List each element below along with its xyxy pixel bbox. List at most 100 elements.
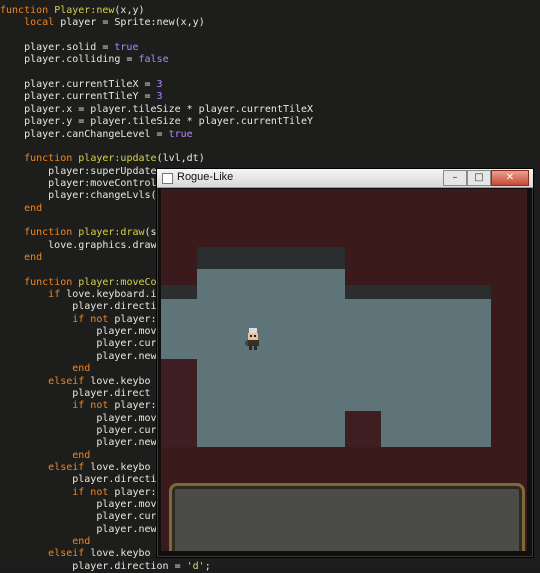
code-token: function bbox=[24, 276, 79, 288]
code-token: end bbox=[72, 449, 91, 461]
code-token: 'd' bbox=[186, 560, 205, 572]
code-token: player.cur bbox=[0, 424, 157, 436]
floor-bottom-left bbox=[197, 411, 345, 447]
code-token: player.direct bbox=[0, 387, 151, 399]
app-icon bbox=[162, 173, 173, 184]
code-line: if not player: bbox=[0, 313, 157, 326]
code-token: end bbox=[24, 202, 43, 214]
code-line: player.y = player.tileSize * player.curr… bbox=[0, 115, 313, 128]
code-token: Player:new bbox=[54, 5, 115, 16]
code-token: function bbox=[24, 153, 79, 165]
code-token: (x,y) bbox=[114, 5, 145, 16]
code-line: function Player:new(x,y) bbox=[0, 4, 145, 17]
code-token: player.new bbox=[0, 350, 157, 362]
code-token: end bbox=[24, 252, 43, 263]
code-token: player.direction = bbox=[0, 560, 187, 572]
code-line: local player = Sprite:new(x,y) bbox=[0, 16, 205, 29]
code-token: player.x = player.tileSize * player.curr… bbox=[0, 103, 314, 115]
code-token: if not bbox=[72, 486, 115, 498]
minimize-button[interactable]: – bbox=[443, 170, 467, 186]
game-window[interactable]: Rogue-Like – □ ✕ bbox=[156, 168, 534, 558]
code-token: player: bbox=[114, 313, 157, 325]
code-token: player.y = player.tileSize * player.curr… bbox=[0, 116, 314, 128]
code-token: local bbox=[24, 17, 61, 29]
code-token: end bbox=[72, 363, 91, 375]
code-token: 3 bbox=[156, 91, 163, 103]
code-token: love.keybo bbox=[90, 375, 151, 387]
code-line: love.graphics.draw bbox=[0, 239, 157, 252]
code-token: love.graphics.draw bbox=[0, 239, 157, 251]
code-line: player.cur bbox=[0, 337, 156, 350]
code-line: end bbox=[0, 449, 90, 462]
code-line: player.solid = true bbox=[0, 41, 138, 54]
code-token: player:moveCo bbox=[78, 276, 157, 288]
window-title: Rogue-Like bbox=[177, 171, 234, 183]
code-line: end bbox=[0, 362, 90, 375]
code-token: elseif bbox=[48, 461, 91, 473]
code-line: player:superUpdate bbox=[0, 165, 157, 178]
floor-bottom-right bbox=[381, 411, 491, 447]
wall-edge-left bbox=[161, 285, 197, 299]
code-token: elseif bbox=[48, 548, 91, 560]
code-line: if not player: bbox=[0, 399, 157, 412]
code-line: player.direction = 'd'; bbox=[0, 560, 211, 573]
code-token: player: bbox=[114, 400, 157, 412]
code-token: player.canChangeLevel = bbox=[0, 128, 169, 140]
code-line: end bbox=[0, 202, 42, 215]
code-line: player.mov bbox=[0, 498, 157, 511]
code-token: player:superUpdate bbox=[0, 165, 157, 177]
window-titlebar[interactable]: Rogue-Like – □ ✕ bbox=[157, 169, 533, 188]
hud-panel bbox=[169, 483, 525, 551]
code-line: player.new bbox=[0, 436, 157, 449]
code-line: function player:moveCo bbox=[0, 276, 157, 289]
code-token: if not bbox=[72, 313, 115, 325]
code-line: if love.keyboard.i bbox=[0, 288, 157, 301]
code-token: player.colliding = bbox=[0, 54, 139, 66]
code-line: player.cur bbox=[0, 510, 157, 523]
code-token: love.keyboard.i bbox=[66, 289, 157, 301]
window-controls: – □ ✕ bbox=[443, 170, 529, 186]
code-line: elseif love.keybo bbox=[0, 547, 150, 560]
code-line: player.canChangeLevel = true bbox=[0, 128, 193, 141]
wall-edge-right bbox=[345, 285, 491, 299]
code-line: player.currentTileX = 3 bbox=[0, 78, 163, 91]
code-token: player.cur bbox=[0, 511, 157, 523]
wall-edge-top bbox=[197, 247, 345, 269]
code-token: player.mov bbox=[0, 412, 157, 424]
close-button[interactable]: ✕ bbox=[491, 170, 529, 186]
code-token: player.directio bbox=[0, 301, 163, 313]
code-line: player.directi bbox=[0, 473, 156, 486]
code-token: player.new bbox=[0, 437, 157, 449]
code-token: player.currentTileY = bbox=[0, 91, 157, 103]
code-token: love.keybo bbox=[90, 461, 151, 473]
code-token: player.mov bbox=[0, 326, 157, 338]
code-line: end bbox=[0, 535, 90, 548]
code-token: player:changeLvls( bbox=[0, 190, 157, 202]
code-line: function player:update(lvl,dt) bbox=[0, 152, 205, 165]
code-line: player.new bbox=[0, 350, 157, 363]
game-canvas[interactable] bbox=[161, 189, 527, 551]
code-token: player = Sprite:new(x,y) bbox=[60, 17, 205, 29]
code-line: function player:draw(s bbox=[0, 226, 156, 239]
code-line: player.mov bbox=[0, 412, 157, 425]
code-line: player.cur bbox=[0, 424, 157, 437]
floor-upper-room bbox=[197, 269, 345, 299]
code-token: player:draw bbox=[78, 227, 145, 239]
code-token: false bbox=[138, 54, 169, 66]
code-line: player.new bbox=[0, 523, 156, 536]
code-line: player:changeLvls( bbox=[0, 189, 157, 202]
code-token: player:update bbox=[78, 153, 157, 165]
code-token: 3 bbox=[156, 79, 163, 91]
maximize-button[interactable]: □ bbox=[467, 170, 491, 186]
code-token: player.mov bbox=[0, 499, 157, 510]
